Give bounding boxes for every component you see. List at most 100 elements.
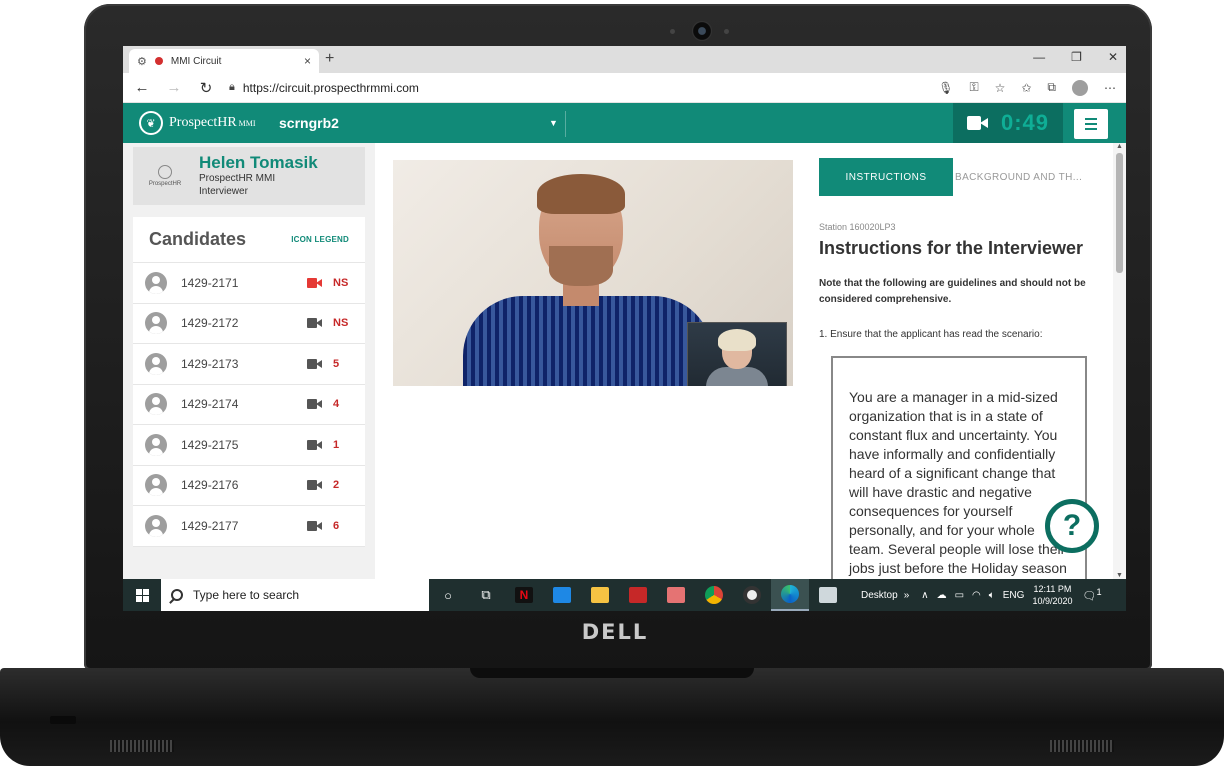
windows-logo-icon: [135, 588, 149, 602]
logo-mark-icon: [158, 165, 172, 179]
candidate-id: 1429-2174: [181, 397, 239, 412]
close-window-button[interactable]: ✕: [1108, 50, 1118, 64]
notification-count: 1: [1096, 587, 1102, 598]
candidate-status: 2: [333, 479, 340, 492]
new-tab-button[interactable]: +: [325, 50, 334, 68]
media-player-icon[interactable]: [733, 579, 771, 611]
avatar-icon: [145, 474, 167, 497]
chrome-icon[interactable]: [695, 579, 733, 611]
speaker-grille: [110, 740, 174, 752]
tab-instructions[interactable]: INSTRUCTIONS: [819, 158, 953, 196]
countdown-timer: 0:49: [1001, 110, 1050, 135]
more-icon[interactable]: ⋯: [1104, 81, 1116, 95]
self-view-participant: [706, 367, 768, 386]
chevron-up-icon[interactable]: ∧: [921, 590, 928, 601]
avatar-icon: [145, 312, 167, 335]
start-button[interactable]: [123, 579, 161, 611]
window-controls: — ❐ ✕: [1033, 50, 1118, 64]
scroll-up-icon[interactable]: ▲: [1116, 143, 1123, 150]
cortana-icon[interactable]: ○: [429, 579, 467, 611]
browser-tab[interactable]: ⚙ MMI Circuit ×: [129, 49, 319, 73]
restore-button[interactable]: ❐: [1071, 50, 1082, 64]
laptop-base: [0, 668, 1224, 766]
windows-taskbar: Type here to search ○ ⧉ N Desktop » ∧ ☁ …: [123, 579, 1126, 611]
minimize-button[interactable]: —: [1033, 50, 1045, 64]
candidate-row[interactable]: 1429-2175 1: [133, 425, 365, 466]
laptop-hinge: [470, 668, 754, 678]
app-icon[interactable]: [657, 579, 695, 611]
url-field[interactable]: 🔒︎ https://circuit.prospecthrmmi.com: [229, 77, 924, 99]
tab-close-icon[interactable]: ×: [304, 54, 311, 68]
search-icon: [171, 589, 183, 601]
help-button[interactable]: ?: [1045, 499, 1099, 553]
mail-icon[interactable]: [543, 579, 581, 611]
app-icon[interactable]: [619, 579, 657, 611]
search-placeholder: Type here to search: [193, 588, 300, 602]
key-icon[interactable]: ⚿: [969, 80, 978, 95]
candidate-row[interactable]: 1429-2171 NS: [133, 263, 365, 304]
favorites-icon[interactable]: ✩: [1021, 81, 1031, 95]
instructions-title: Instructions for the Interviewer: [819, 238, 1084, 258]
candidate-row[interactable]: 1429-2172 NS: [133, 304, 365, 344]
interviewer-role: Interviewer: [199, 186, 248, 198]
scroll-down-icon[interactable]: ▼: [1116, 572, 1123, 579]
language-indicator[interactable]: ENG: [1003, 590, 1025, 601]
wifi-icon[interactable]: ◠: [972, 590, 981, 601]
interviewer-profile-card: ProspectHR Helen Tomasik ProspectHR MMI …: [133, 147, 365, 205]
toolbar-chevron-icon[interactable]: »: [904, 590, 910, 601]
video-camera-icon[interactable]: [967, 116, 988, 130]
cloud-icon[interactable]: ☁: [937, 590, 947, 601]
video-camera-icon: [307, 358, 323, 369]
brand-text: ProspectHR MMI: [169, 116, 256, 130]
icon-legend-link[interactable]: ICON LEGEND: [291, 235, 349, 244]
browser-tab-bar: ⚙ MMI Circuit × + — ❐ ✕: [123, 46, 1126, 73]
webcam-icon: [692, 21, 712, 41]
collections-icon[interactable]: ⧉: [1047, 80, 1056, 95]
avatar-icon: [145, 393, 167, 416]
candidate-status: 4: [333, 398, 340, 411]
system-tray: ∧ ☁ ▭ ◠ 🔈︎ ENG: [921, 590, 1024, 601]
back-arrow-icon[interactable]: ←: [133, 79, 151, 96]
self-view-video: [687, 322, 787, 386]
video-camera-icon: [307, 520, 323, 531]
candidate-row[interactable]: 1429-2174 4: [133, 385, 365, 425]
panel-tabs: INSTRUCTIONS BACKGROUND AND TH...: [819, 158, 1093, 196]
video-camera-icon: [307, 399, 323, 410]
profile-logo-text: ProspectHR: [148, 181, 182, 187]
microphone-icon[interactable]: 🎙︎: [938, 81, 953, 95]
candidate-row[interactable]: 1429-2173 5: [133, 344, 365, 385]
battery-icon[interactable]: ▭: [955, 590, 964, 601]
volume-icon[interactable]: 🔈︎: [989, 590, 995, 601]
paint-icon[interactable]: [809, 579, 847, 611]
scrollbar[interactable]: ▲ ▼: [1113, 143, 1126, 579]
refresh-icon[interactable]: ↻: [197, 79, 215, 97]
profile-icon[interactable]: [1072, 79, 1088, 96]
interviewer-org: ProspectHR MMI: [199, 173, 276, 185]
candidate-row[interactable]: 1429-2177 6: [133, 506, 365, 547]
file-explorer-icon[interactable]: [581, 579, 619, 611]
url-text: https://circuit.prospecthrmmi.com: [242, 80, 419, 95]
task-view-icon[interactable]: ⧉: [467, 579, 505, 611]
candidate-status: 1: [333, 438, 340, 451]
lock-icon: 🔒︎: [229, 81, 235, 93]
station-label: Station 160020LP3: [819, 222, 896, 232]
notification-center-icon[interactable]: 🗨︎1: [1082, 587, 1101, 603]
edge-icon[interactable]: [771, 579, 809, 611]
header-divider: [565, 111, 566, 137]
session-dropdown-caret-icon[interactable]: ▼: [549, 118, 558, 128]
candidate-id: 1429-2176: [181, 478, 239, 493]
netflix-icon[interactable]: N: [505, 579, 543, 611]
candidate-row[interactable]: 1429-2176 2: [133, 466, 365, 506]
forward-arrow-icon[interactable]: →: [165, 79, 183, 96]
desktop-label[interactable]: Desktop: [861, 590, 898, 601]
scroll-thumb[interactable]: [1116, 153, 1123, 273]
candidate-status: 6: [333, 519, 340, 532]
taskbar-search[interactable]: Type here to search: [161, 579, 429, 611]
session-code: scrngrb2: [279, 115, 339, 131]
video-camera-icon: [307, 439, 323, 450]
taskbar-clock[interactable]: 12:11 PM 10/9/2020: [1032, 583, 1072, 607]
tab-background[interactable]: BACKGROUND AND TH...: [953, 158, 1093, 196]
hamburger-menu-button[interactable]: [1074, 109, 1108, 139]
candidate-id: 1429-2171: [181, 275, 239, 290]
star-icon[interactable]: ☆: [995, 81, 1006, 95]
